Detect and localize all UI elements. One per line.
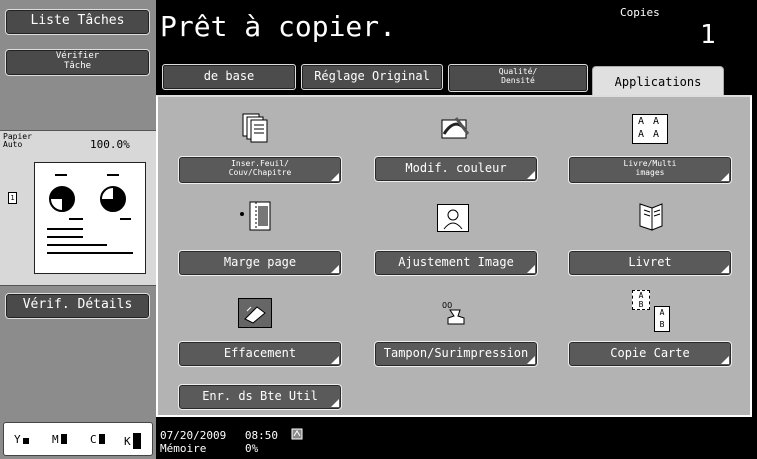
status-memory: Mémoire 0%	[160, 442, 258, 455]
tab-quality-label-2: Densité	[501, 76, 535, 85]
book-letter-a2: A	[653, 116, 660, 127]
toner-y-bar	[22, 438, 29, 444]
toner-m: M	[52, 433, 67, 446]
task-list-button[interactable]: Liste Tâches	[5, 9, 150, 35]
toner-levels: Y M C K	[3, 422, 153, 456]
document-preview-icon	[47, 174, 133, 254]
verify-details-button[interactable]: Vérif. Détails	[5, 293, 150, 319]
toner-c: C	[90, 433, 105, 446]
book-multi-label-2: images	[635, 168, 665, 177]
book-letter-a3: A	[638, 129, 645, 140]
toner-m-bar	[60, 434, 67, 444]
insert-sheet-button[interactable]: Inser.Feuil/ Couv/Chapitre	[178, 156, 342, 184]
card-front-letter-a: A	[638, 291, 644, 300]
verify-task-label-2: Tâche	[63, 61, 92, 71]
memory-value: 0%	[244, 442, 259, 455]
toner-c-label: C	[90, 433, 97, 446]
erase-icon	[238, 298, 272, 328]
toner-c-bar	[98, 434, 105, 444]
save-to-user-box-button[interactable]: Enr. ds Bte Util	[178, 384, 342, 410]
tab-quality-label-1: Qualité/	[498, 67, 538, 76]
book-multi-label-1: Livre/Multi	[623, 159, 677, 168]
document-preview	[34, 162, 146, 274]
image-adjust-button[interactable]: Ajustement Image	[374, 250, 538, 276]
card-copy-button[interactable]: Copie Carte	[568, 341, 732, 367]
card-back-letter-a: A	[659, 308, 665, 317]
tab-quality[interactable]: Qualité/ Densité	[448, 64, 588, 92]
paper-label-2: Auto	[3, 140, 23, 149]
tab-original[interactable]: Réglage Original	[301, 64, 443, 90]
insert-sheet-icon	[242, 113, 268, 143]
toner-k: K	[124, 433, 141, 449]
memory-label: Mémoire	[160, 442, 207, 455]
toner-y: Y	[14, 433, 29, 446]
stamp-overlay-button[interactable]: Tampon/Surimpression	[374, 341, 538, 367]
paper-label: Papier Auto	[3, 133, 32, 149]
toner-k-label: K	[124, 435, 131, 448]
image-adjust-icon	[437, 204, 469, 232]
page-title: Prêt à copier.	[160, 10, 397, 43]
zoom-ratio: 100.0%	[90, 138, 130, 151]
toner-m-label: M	[52, 433, 59, 446]
booklet-icon	[639, 203, 663, 231]
toner-k-bar	[132, 433, 141, 449]
stamp-icon: 00	[442, 301, 465, 325]
insert-sheet-label-2: Couv/Chapitre	[228, 168, 292, 177]
modify-color-button[interactable]: Modif. couleur	[374, 156, 538, 182]
eraser-icon	[244, 306, 266, 324]
card-back-icon: A B	[654, 306, 670, 332]
book-letter-a1: A	[638, 116, 645, 127]
erase-button[interactable]: Effacement	[178, 341, 342, 367]
color-change-icon	[441, 117, 470, 139]
page-margin-icon	[240, 201, 271, 231]
booklet-button[interactable]: Livret	[568, 250, 732, 276]
status-date: 07/20/2009	[160, 429, 227, 442]
copies-count: 1	[700, 20, 716, 50]
page-margin-button[interactable]: Marge page	[178, 250, 342, 276]
card-front-icon: A B	[632, 290, 650, 310]
insert-sheet-label-1: Inser.Feuil/	[231, 159, 289, 168]
tab-applications[interactable]: Applications	[592, 66, 724, 97]
page-count: 1	[8, 190, 17, 204]
book-multi-image-button[interactable]: Livre/Multi images	[568, 156, 732, 184]
status-time: 08:50	[244, 429, 278, 442]
svg-text:00: 00	[442, 301, 452, 310]
book-multi-image-icon: A A A A	[632, 114, 668, 144]
person-icon	[443, 209, 463, 230]
toner-y-label: Y	[14, 433, 21, 446]
verify-task-button[interactable]: Vérifier Tâche	[5, 49, 150, 76]
card-front-letter-b: B	[638, 300, 644, 309]
verify-task-label-1: Vérifier	[55, 51, 100, 61]
tab-basic[interactable]: de base	[162, 64, 296, 90]
copies-label: Copies	[620, 6, 660, 19]
network-icon	[291, 428, 303, 440]
status-datetime: 07/20/2009 08:50	[160, 428, 303, 442]
card-copy-icon: A B A B	[632, 290, 672, 332]
book-letter-a4: A	[653, 129, 660, 140]
card-back-letter-b: B	[659, 320, 665, 329]
page-stack-icon: 1	[8, 192, 17, 204]
